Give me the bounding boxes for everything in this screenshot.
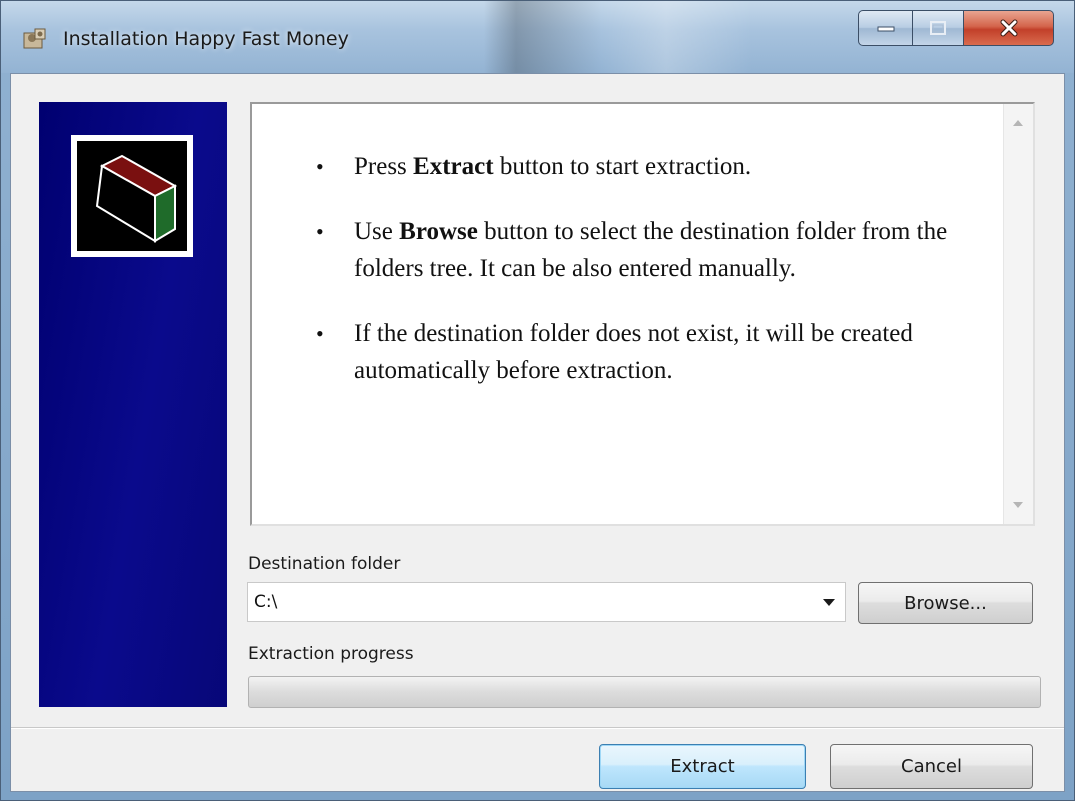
instruction-bullet-create-folder: If the destination folder does not exist…: [312, 315, 1002, 389]
maximize-icon: [930, 21, 946, 35]
extraction-progress-bar: [248, 676, 1041, 708]
instruction-bullet-extract: Press Extract button to start extraction…: [312, 148, 1002, 185]
destination-folder-label: Destination folder: [248, 554, 401, 574]
side-banner: [39, 102, 227, 707]
dialog-client-area: Press Extract button to start extraction…: [10, 73, 1065, 792]
browse-button[interactable]: Browse...: [858, 582, 1033, 624]
scroll-up-icon[interactable]: [1013, 120, 1023, 126]
title-bar[interactable]: Installation Happy Fast Money: [1, 1, 1074, 73]
close-icon: [1000, 19, 1017, 37]
instructions-panel[interactable]: Press Extract button to start extraction…: [250, 102, 1035, 526]
close-button[interactable]: [964, 10, 1054, 46]
minimize-icon: [877, 26, 894, 32]
box-icon: [95, 154, 178, 243]
caption-buttons: [858, 10, 1054, 46]
chevron-down-icon[interactable]: [823, 599, 835, 606]
vertical-scrollbar[interactable]: [1003, 104, 1033, 524]
instructions-text: Press Extract button to start extraction…: [252, 104, 1002, 524]
minimize-button[interactable]: [858, 10, 913, 46]
window-title: Installation Happy Fast Money: [63, 28, 349, 50]
scroll-down-icon[interactable]: [1013, 502, 1023, 508]
extract-button[interactable]: Extract: [599, 744, 806, 789]
app-icon[interactable]: [23, 27, 47, 51]
extraction-progress-label: Extraction progress: [248, 644, 414, 664]
installer-logo: [71, 135, 193, 257]
cancel-button[interactable]: Cancel: [830, 744, 1033, 789]
destination-folder-value[interactable]: C:\: [254, 592, 277, 612]
installer-window: Installation Happy Fast Money • Press Ex…: [0, 0, 1075, 801]
destination-folder-combo[interactable]: C:\: [247, 582, 846, 622]
instruction-bullet-browse: Use Browse button to select the destinat…: [312, 213, 1002, 287]
maximize-button[interactable]: [913, 10, 964, 46]
